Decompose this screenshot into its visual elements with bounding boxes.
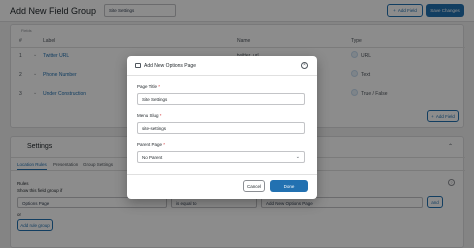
parent-page-label: Parent Page *	[137, 142, 165, 147]
page-title-input[interactable]: Site Settings	[137, 93, 305, 105]
cancel-button[interactable]: Cancel	[243, 180, 265, 192]
menu-slug-label-text: Menu Slug	[137, 113, 159, 118]
parent-page-value: No Parent	[142, 155, 163, 160]
page-title-label-text: Page Title	[137, 84, 158, 89]
modal-title: Add New Options Page	[144, 63, 196, 69]
menu-slug-label: Menu Slug *	[137, 113, 162, 118]
options-page-icon	[135, 63, 141, 68]
required-marker: *	[163, 142, 166, 147]
divider	[127, 174, 317, 175]
done-button[interactable]: Done	[270, 180, 308, 192]
parent-page-select[interactable]: No Parent ⌄	[137, 151, 305, 163]
required-marker: *	[159, 113, 162, 118]
add-options-page-modal: Add New Options Page × Page Title * Site…	[127, 56, 317, 199]
modal-header: Add New Options Page ×	[127, 56, 317, 76]
required-marker: *	[158, 84, 161, 89]
page-title-label: Page Title *	[137, 84, 160, 89]
close-icon[interactable]: ×	[301, 62, 308, 69]
menu-slug-input[interactable]: site-settings	[137, 122, 305, 134]
chevron-down-icon: ⌄	[295, 154, 300, 160]
parent-page-label-text: Parent Page	[137, 142, 163, 147]
